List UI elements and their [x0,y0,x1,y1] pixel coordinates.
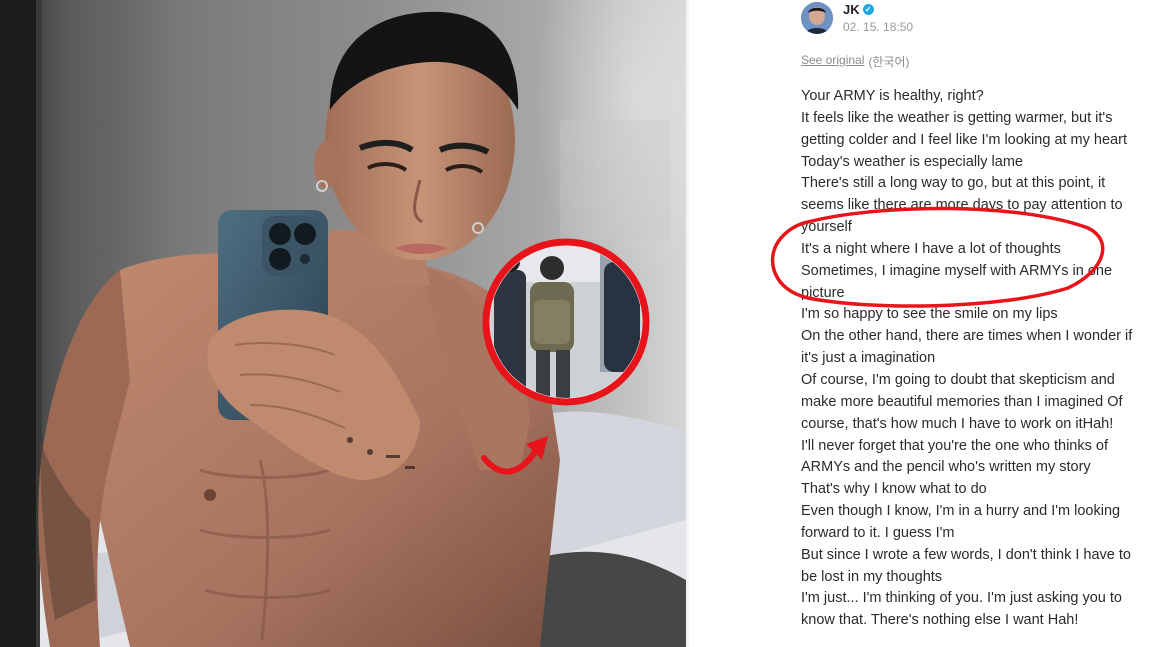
author-name[interactable]: JK [843,2,860,17]
inset-circle-photo [482,238,650,406]
post-line: course, that's how much I have to work o… [801,415,1114,432]
avatar-image [801,2,833,34]
post-line: Your ARMY is healthy, right? [801,88,984,104]
post-line: picture [801,284,845,301]
post-line: ARMYs and the pencil who's written my st… [801,459,1091,476]
post-line: Even though I know, I'm in a hurry and I… [801,503,1121,520]
post-line: Today's weather is especially lame [801,153,1023,170]
post-line: getting colder and I feel like I'm looki… [801,131,1127,148]
post-line: know that. There's nothing else I want H… [801,612,1079,629]
see-original-link[interactable]: See original [801,53,864,70]
mirror-selfie-photo [0,0,686,647]
post-line: forward to it. I guess I'm [801,524,955,541]
post-line: I'm just... I'm thinking of you. I'm jus… [801,590,1122,607]
post-line: Of course, I'm going to doubt that skept… [801,371,1115,388]
post-line: Sometimes, I imagine myself with ARMYs i… [801,262,1113,279]
post-line: I'm so happy to see the smile on my lips [801,306,1058,323]
post-line: On the other hand, there are times when … [801,328,1133,345]
post-line: I'll never forget that you're the one wh… [801,437,1108,454]
composite-image: JK ✓ 02. 15. 18:50 See original (한국어) Yo… [0,0,1151,647]
verified-badge-icon: ✓ [862,4,874,15]
post-timestamp: 02. 15. 18:50 [843,20,914,34]
post-line: be lost in my thoughts [801,568,943,585]
post-line: There's still a long way to go, but at t… [801,175,1106,192]
post-line: That's why I know what to do [801,481,987,498]
post-line: seems like there are more days to pay at… [801,197,1123,214]
author-name-row[interactable]: JK ✓ [843,2,874,17]
post-line: It's a night where I have a lot of thoug… [801,240,1061,257]
see-original-row: See original (한국어) [801,53,910,70]
post-panel: JK ✓ 02. 15. 18:50 See original (한국어) Yo… [689,0,1151,647]
post-line: It feels like the weather is getting war… [801,109,1113,126]
photo-illustration [0,0,686,647]
post-line: But since I wrote a few words, I don't t… [801,546,1131,563]
author-avatar[interactable] [801,2,833,34]
post-body: Your ARMY is healthy, right? It feels li… [801,86,1151,632]
post-line: make more beautiful memories than I imag… [801,393,1123,410]
original-language: (한국어) [868,55,910,69]
post-line: yourself [801,219,852,236]
post-line: it's just a imagination [801,350,936,367]
